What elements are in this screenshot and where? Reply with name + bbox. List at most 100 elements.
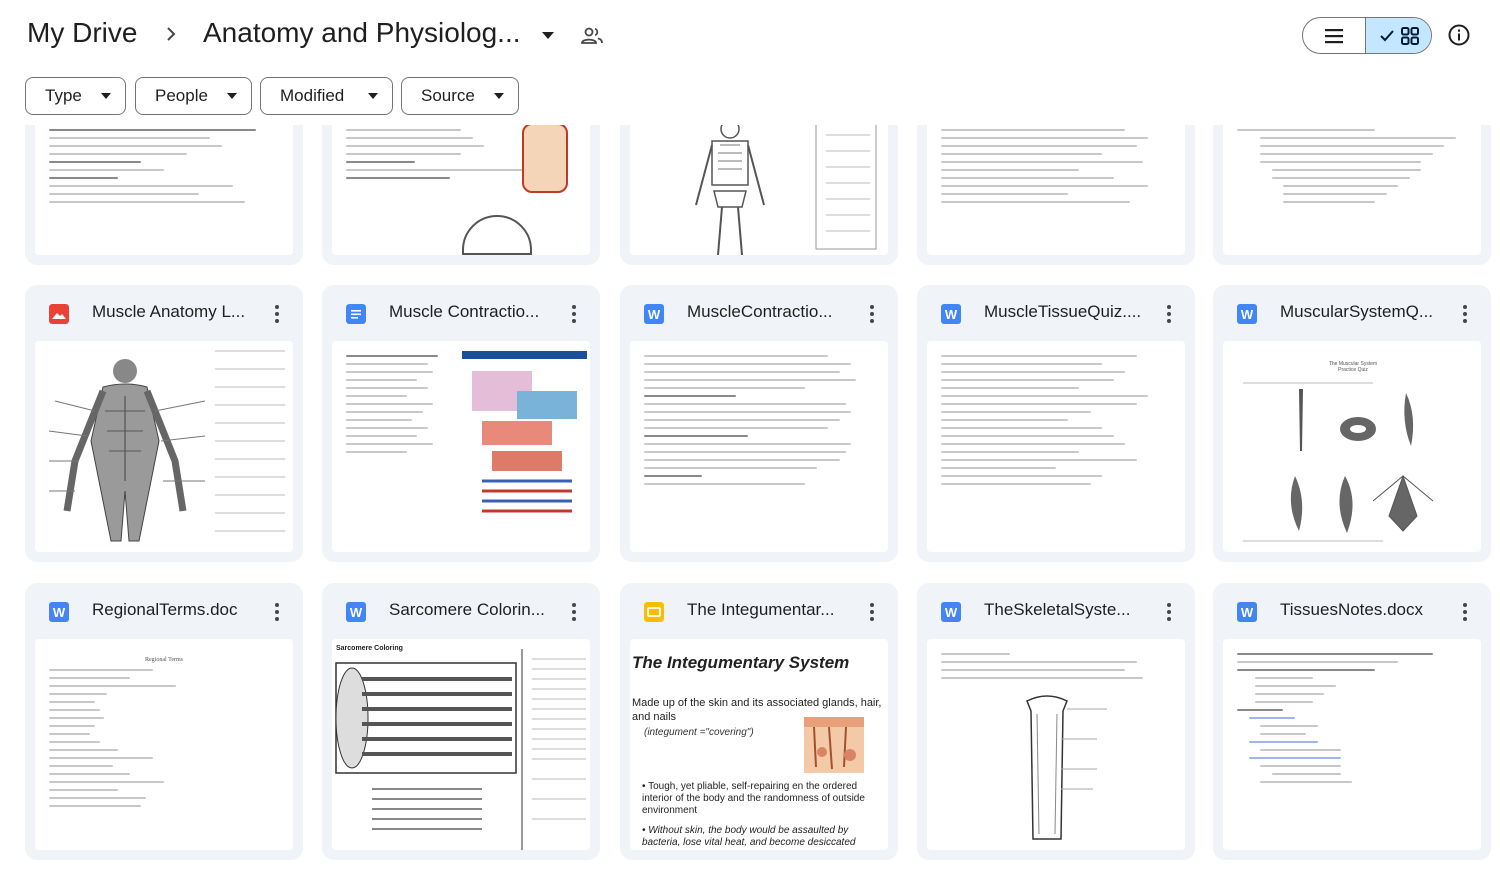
caret-down-icon bbox=[494, 93, 504, 99]
slide-bullet-2: • Without skin, the body would be assaul… bbox=[642, 825, 856, 848]
file-card[interactable]: Muscle Anatomy L... bbox=[25, 285, 303, 562]
word-doc-icon: W bbox=[49, 602, 69, 622]
preview-heading: Sarcomere Coloring bbox=[336, 645, 403, 652]
more-options-icon[interactable] bbox=[267, 303, 287, 325]
info-icon[interactable] bbox=[1447, 23, 1471, 47]
file-preview bbox=[927, 341, 1185, 552]
file-card[interactable]: W MuscleContractio... bbox=[620, 285, 898, 562]
preview-heading: The Muscular System Practice Quiz bbox=[1328, 361, 1378, 373]
file-name: RegionalTerms.doc bbox=[92, 600, 238, 619]
file-name: MuscleContractio... bbox=[687, 302, 833, 321]
file-card[interactable]: W TheSkeletalSyste... bbox=[917, 583, 1195, 860]
list-view-button[interactable] bbox=[1303, 18, 1367, 53]
slide-title: The Integumentary System bbox=[632, 653, 850, 672]
more-options-icon[interactable] bbox=[1159, 601, 1179, 623]
grid-view-button[interactable] bbox=[1366, 18, 1431, 53]
file-title-row: Muscle Anatomy L... bbox=[25, 285, 303, 341]
google-docs-icon bbox=[346, 304, 366, 324]
file-preview: The Integumentary System Made up of the … bbox=[630, 639, 888, 850]
more-options-icon[interactable] bbox=[564, 601, 584, 623]
more-options-icon[interactable] bbox=[564, 303, 584, 325]
word-doc-icon: W bbox=[644, 304, 664, 324]
file-title-row: Muscle Contractio... bbox=[322, 285, 600, 341]
file-card[interactable]: W TissuesNotes.docx bbox=[1213, 583, 1491, 860]
file-card[interactable] bbox=[25, 125, 303, 265]
file-name: The Integumentar... bbox=[687, 600, 835, 619]
filter-type-label: Type bbox=[45, 86, 82, 105]
file-preview bbox=[1223, 125, 1481, 255]
filter-people-label: People bbox=[155, 86, 208, 105]
file-preview bbox=[332, 125, 590, 255]
file-title-row: W RegionalTerms.doc bbox=[25, 583, 303, 639]
file-preview: Regional Terms bbox=[35, 639, 293, 850]
file-name: TheSkeletalSyste... bbox=[984, 600, 1131, 619]
file-grid: Muscle Anatomy L... Muscle Contractio... bbox=[0, 125, 1500, 870]
muscle-anatomy-illustration bbox=[48, 350, 285, 542]
more-options-icon[interactable] bbox=[267, 601, 287, 623]
caret-down-icon bbox=[101, 93, 111, 99]
file-card[interactable]: W Sarcomere Colorin... Sarcomere Colorin… bbox=[322, 583, 600, 860]
file-preview bbox=[630, 341, 888, 552]
filter-source-label: Source bbox=[421, 86, 475, 105]
file-title-row: W MuscularSystemQ... bbox=[1213, 285, 1491, 341]
file-name: TissuesNotes.docx bbox=[1280, 600, 1423, 619]
more-options-icon[interactable] bbox=[862, 601, 882, 623]
caret-down-icon bbox=[368, 93, 378, 99]
more-options-icon[interactable] bbox=[862, 303, 882, 325]
header: My Drive Anatomy and Physiolog... bbox=[0, 0, 1500, 72]
view-toggle bbox=[1302, 17, 1432, 54]
file-card[interactable]: The Integumentar... The Integumentary Sy… bbox=[620, 583, 898, 860]
file-preview bbox=[927, 125, 1185, 255]
file-title-row: The Integumentar... bbox=[620, 583, 898, 639]
more-options-icon[interactable] bbox=[1455, 601, 1475, 623]
word-doc-icon: W bbox=[1237, 304, 1257, 324]
file-card[interactable] bbox=[1213, 125, 1491, 265]
filter-people[interactable]: People bbox=[135, 77, 252, 115]
file-name: Sarcomere Colorin... bbox=[389, 600, 545, 619]
word-doc-icon: W bbox=[1237, 602, 1257, 622]
slide-bullet-1: • Tough, yet pliable, self-repairing en … bbox=[642, 781, 865, 816]
file-card[interactable]: Muscle Contractio... bbox=[322, 285, 600, 562]
muscle-contraction-diagram bbox=[462, 351, 587, 513]
more-options-icon[interactable] bbox=[1159, 303, 1179, 325]
word-doc-icon: W bbox=[346, 602, 366, 622]
slide-line-2: (integument ="covering") bbox=[644, 727, 754, 738]
file-card[interactable] bbox=[917, 125, 1195, 265]
file-preview: The Muscular System Practice Quiz bbox=[1223, 341, 1481, 552]
preview-heading: Regional Terms bbox=[145, 657, 183, 663]
file-card[interactable]: W RegionalTerms.doc Regional Terms bbox=[25, 583, 303, 860]
chevron-right-icon bbox=[167, 27, 176, 41]
file-card[interactable] bbox=[620, 125, 898, 265]
file-preview bbox=[630, 125, 888, 255]
sarcomere-illustration bbox=[335, 649, 586, 850]
file-card[interactable] bbox=[322, 125, 600, 265]
file-name: Muscle Anatomy L... bbox=[92, 302, 246, 321]
more-options-icon[interactable] bbox=[1455, 303, 1475, 325]
file-title-row: W MuscleContractio... bbox=[620, 285, 898, 341]
file-preview bbox=[35, 125, 293, 255]
filter-source[interactable]: Source bbox=[401, 77, 519, 115]
file-preview: Sarcomere Coloring bbox=[332, 639, 590, 850]
checkmark-icon bbox=[1379, 29, 1394, 41]
file-name: MuscleTissueQuiz.... bbox=[984, 302, 1142, 321]
breadcrumb-my-drive[interactable]: My Drive bbox=[27, 17, 137, 49]
caret-down-icon[interactable] bbox=[539, 28, 557, 42]
file-name: MuscularSystemQ... bbox=[1280, 302, 1434, 321]
file-card[interactable]: W MuscularSystemQ... The Muscular System… bbox=[1213, 285, 1491, 562]
file-card[interactable]: W MuscleTissueQuiz.... bbox=[917, 285, 1195, 562]
google-slides-icon bbox=[644, 602, 664, 622]
skin-cross-section-image bbox=[804, 717, 864, 773]
file-title-row: W Sarcomere Colorin... bbox=[322, 583, 600, 639]
grid-icon bbox=[1400, 26, 1419, 45]
file-preview bbox=[1223, 639, 1481, 850]
file-title-row: W MuscleTissueQuiz.... bbox=[917, 285, 1195, 341]
filter-type[interactable]: Type bbox=[25, 77, 126, 115]
skeleton-illustration bbox=[695, 125, 877, 255]
file-preview bbox=[927, 639, 1185, 850]
file-title-row: W TheSkeletalSyste... bbox=[917, 583, 1195, 639]
long-bone-illustration bbox=[1026, 695, 1107, 840]
breadcrumb-current-folder[interactable]: Anatomy and Physiolog... bbox=[203, 17, 521, 49]
shared-people-icon[interactable] bbox=[580, 24, 604, 48]
filter-modified[interactable]: Modified bbox=[260, 77, 393, 115]
caret-down-icon bbox=[227, 93, 237, 99]
